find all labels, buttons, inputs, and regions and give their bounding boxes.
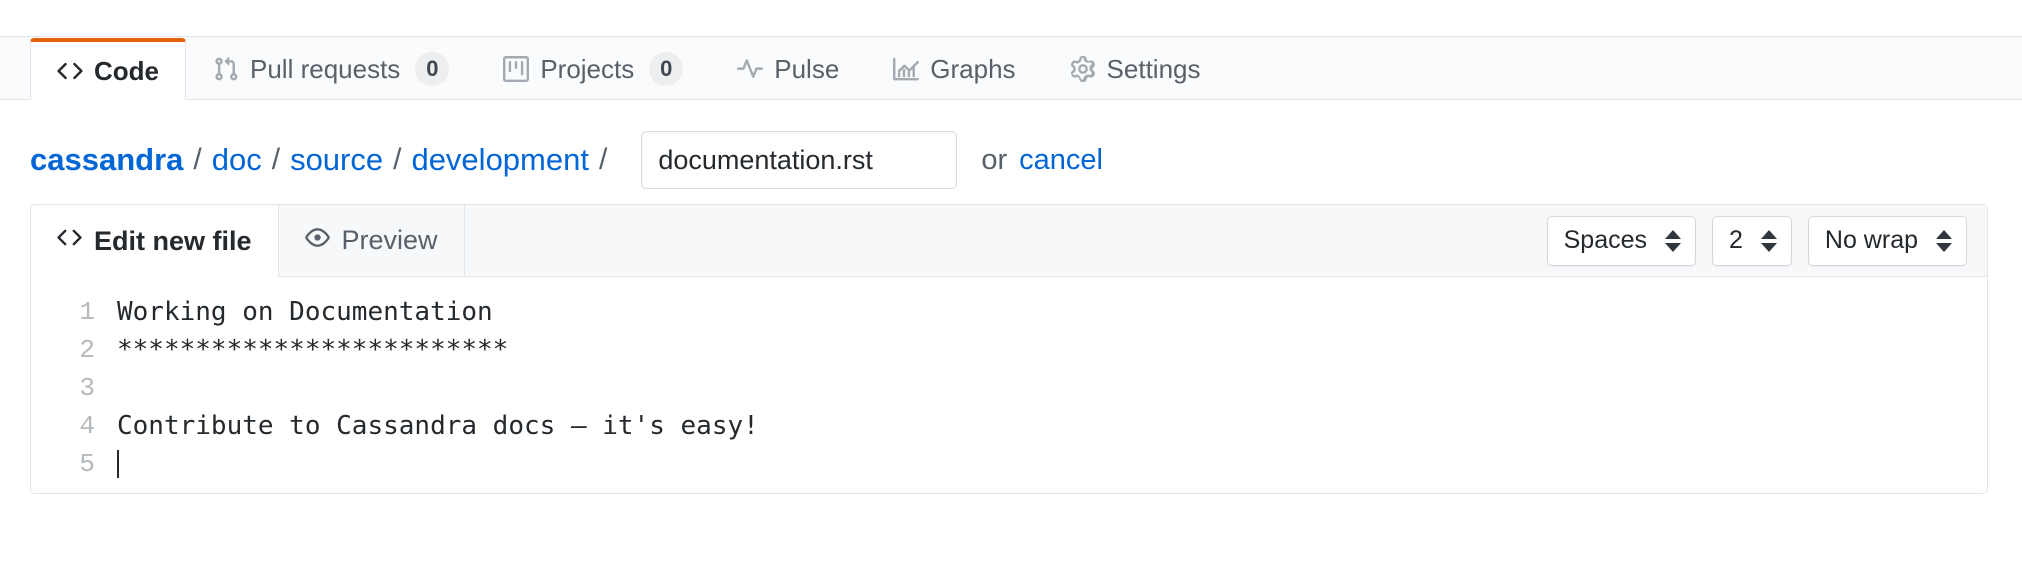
breadcrumb-separator: /	[272, 143, 280, 177]
wrap-mode-value: No wrap	[1825, 228, 1918, 253]
git-pull-request-icon	[213, 56, 239, 82]
code-lines[interactable]: Working on Documentation ***************…	[117, 293, 1987, 483]
code-icon	[57, 225, 82, 257]
breadcrumb-dir-source[interactable]: source	[290, 142, 383, 178]
indent-size-value: 2	[1729, 228, 1743, 253]
breadcrumb-repo-link[interactable]: cassandra	[30, 142, 183, 178]
indent-size-select[interactable]: 2	[1712, 216, 1792, 266]
chevron-updown-icon	[1936, 230, 1952, 252]
pull-requests-counter: 0	[415, 52, 449, 86]
tab-pull-requests-label: Pull requests	[250, 56, 400, 82]
tab-edit-new-file-label: Edit new file	[94, 226, 252, 257]
code-icon	[57, 58, 83, 84]
tab-code-label: Code	[94, 58, 159, 84]
cancel-link[interactable]: cancel	[1019, 144, 1103, 177]
eye-icon	[305, 225, 330, 257]
editor-tablist: Edit new file Preview	[31, 205, 465, 276]
line-number: 3	[31, 369, 95, 407]
tab-edit-new-file[interactable]: Edit new file	[31, 205, 279, 277]
tab-settings[interactable]: Settings	[1043, 37, 1228, 99]
line-number: 1	[31, 293, 95, 331]
code-line	[117, 369, 1987, 407]
project-board-icon	[503, 56, 529, 82]
gear-icon	[1070, 56, 1096, 82]
tab-pulse[interactable]: Pulse	[710, 37, 866, 99]
file-editor: Edit new file Preview Spaces 2	[30, 204, 1988, 494]
code-line: Contribute to Cassandra docs — it's easy…	[117, 407, 1987, 445]
projects-counter: 0	[649, 52, 683, 86]
tab-preview[interactable]: Preview	[279, 205, 465, 276]
filename-input[interactable]	[641, 131, 957, 189]
chevron-updown-icon	[1665, 230, 1681, 252]
pulse-icon	[737, 56, 763, 82]
breadcrumb-dir-doc[interactable]: doc	[212, 142, 262, 178]
tab-pull-requests[interactable]: Pull requests 0	[186, 37, 476, 99]
wrap-mode-select[interactable]: No wrap	[1808, 216, 1967, 266]
text-caret	[117, 450, 119, 478]
tab-code[interactable]: Code	[30, 38, 186, 100]
line-number-gutter: 1 2 3 4 5	[31, 293, 117, 483]
graph-bar-icon	[893, 56, 919, 82]
tab-graphs[interactable]: Graphs	[866, 37, 1042, 99]
editor-tools: Spaces 2 No wrap	[1547, 216, 1987, 266]
tab-preview-label: Preview	[342, 225, 438, 256]
breadcrumb: cassandra / doc / source / development /…	[0, 100, 2022, 180]
chevron-updown-icon	[1761, 230, 1777, 252]
code-editor-area[interactable]: 1 2 3 4 5 Working on Documentation *****…	[31, 277, 1987, 493]
line-number: 2	[31, 331, 95, 369]
tab-projects-label: Projects	[540, 56, 634, 82]
code-line: *************************	[117, 331, 1987, 369]
breadcrumb-separator: /	[393, 143, 401, 177]
line-number: 5	[31, 445, 95, 483]
indent-mode-select[interactable]: Spaces	[1547, 216, 1696, 266]
or-label: or	[981, 144, 1007, 177]
editor-toolbar: Edit new file Preview Spaces 2	[31, 205, 1987, 277]
breadcrumb-dir-development[interactable]: development	[411, 142, 589, 178]
tab-projects[interactable]: Projects 0	[476, 37, 710, 99]
tab-graphs-label: Graphs	[930, 56, 1015, 82]
tab-settings-label: Settings	[1107, 56, 1201, 82]
repo-nav-tabbar: Code Pull requests 0 Projects 0 Pulse	[0, 0, 2022, 100]
indent-mode-value: Spaces	[1564, 228, 1647, 253]
breadcrumb-separator: /	[193, 143, 201, 177]
code-line: Working on Documentation	[117, 293, 1987, 331]
tab-pulse-label: Pulse	[774, 56, 839, 82]
breadcrumb-separator: /	[599, 143, 607, 177]
code-line-with-caret	[117, 445, 1987, 483]
line-number: 4	[31, 407, 95, 445]
